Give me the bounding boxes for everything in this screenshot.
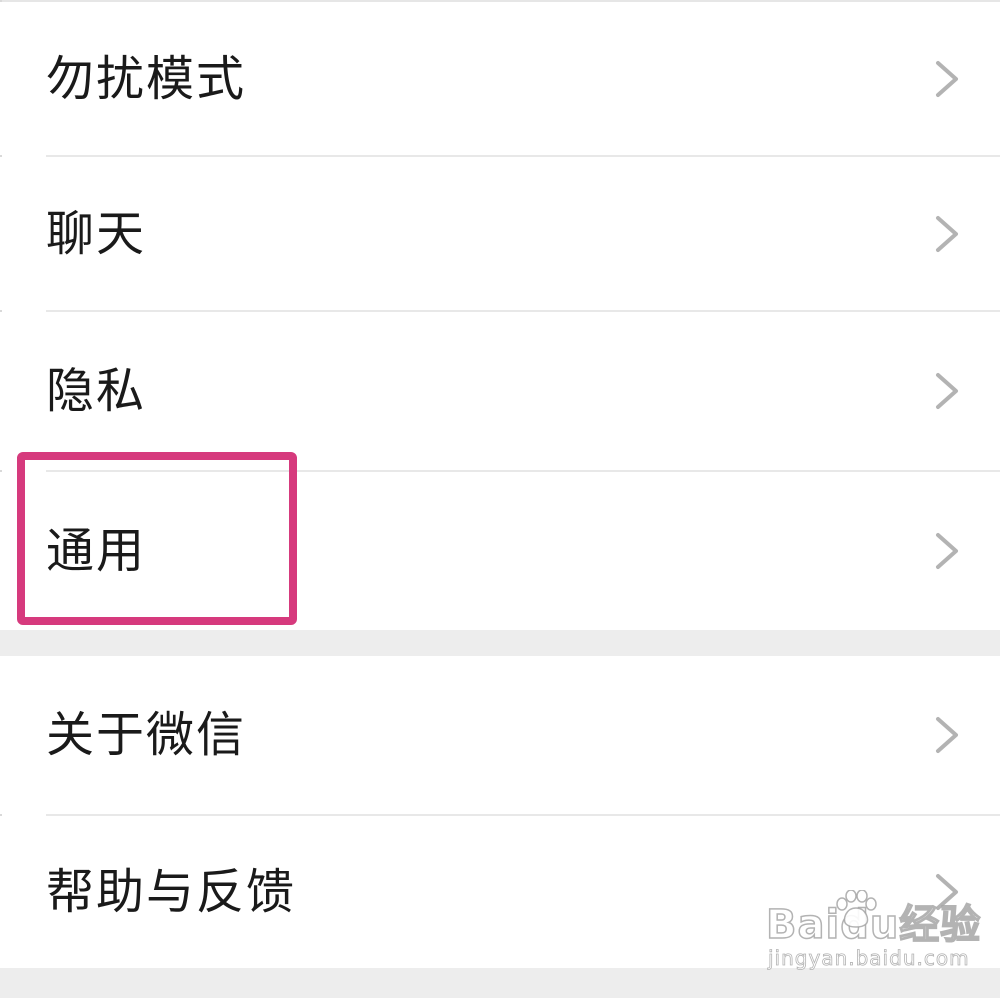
chevron-right-icon [932, 715, 962, 755]
highlight-box [17, 452, 297, 625]
settings-page: 勿扰模式 聊天 隐私 通用 关于微信 帮助与反馈 Baidu经验 jingyan… [0, 0, 1000, 998]
settings-item-label: 帮助与反馈 [46, 864, 297, 920]
settings-item-label: 关于微信 [46, 707, 247, 763]
section-gap [0, 968, 1000, 998]
chevron-right-icon [932, 214, 962, 254]
section-gap [0, 630, 1000, 656]
settings-item-label: 勿扰模式 [46, 50, 247, 107]
chevron-right-icon [932, 371, 962, 411]
settings-item-help-feedback[interactable]: 帮助与反馈 [0, 816, 1000, 968]
chevron-right-icon [932, 531, 962, 571]
settings-item-chat[interactable]: 聊天 [0, 157, 1000, 310]
settings-item-label: 隐私 [46, 363, 147, 419]
chevron-right-icon [932, 872, 962, 912]
settings-item-privacy[interactable]: 隐私 [0, 312, 1000, 470]
settings-item-label: 聊天 [46, 205, 147, 262]
settings-item-about-wechat[interactable]: 关于微信 [0, 656, 1000, 814]
chevron-right-icon [932, 59, 962, 99]
settings-item-do-not-disturb[interactable]: 勿扰模式 [0, 2, 1000, 155]
